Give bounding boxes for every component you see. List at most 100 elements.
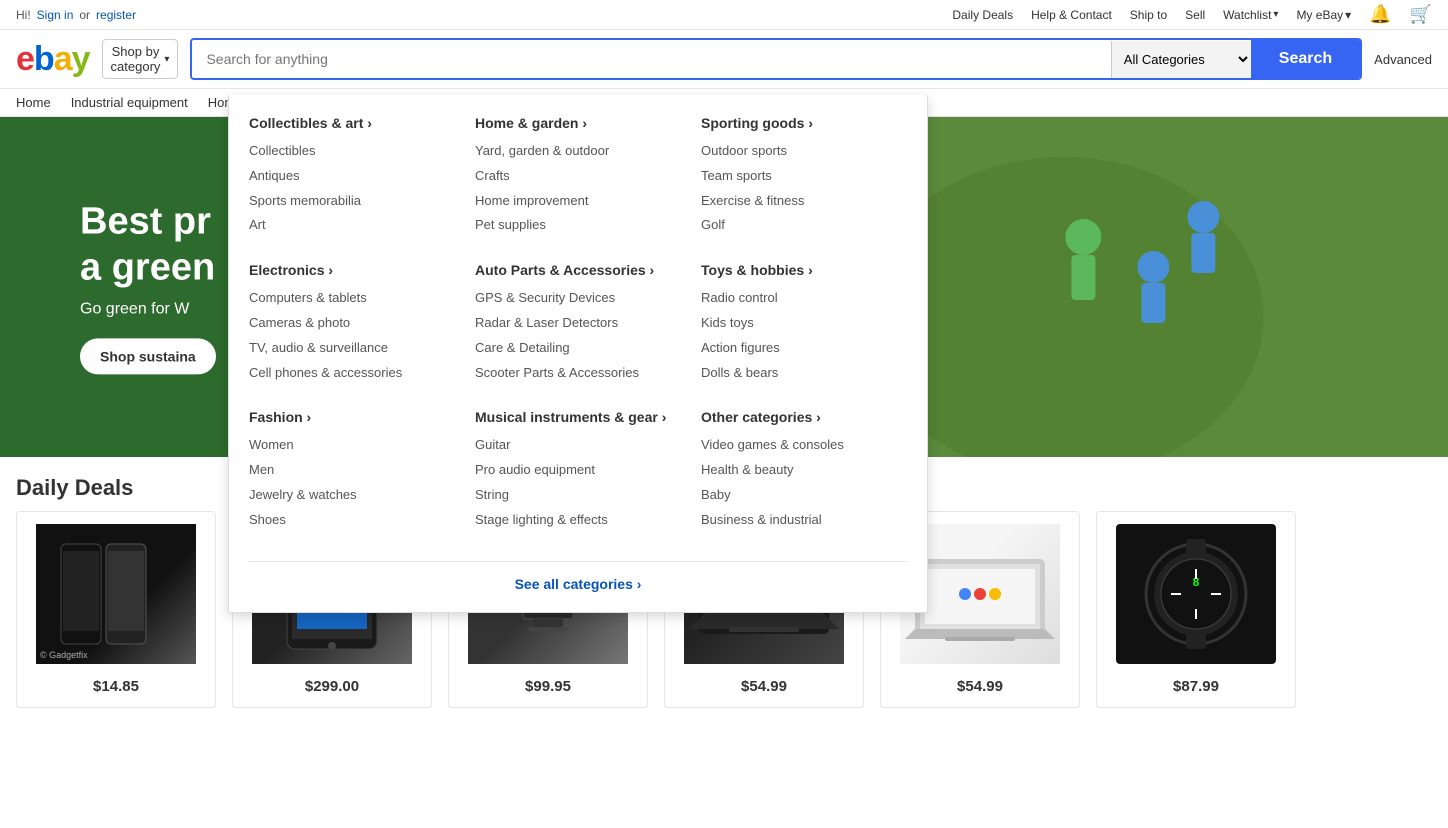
section-fashion-title: Fashion › — [249, 409, 455, 425]
or-text: or — [79, 8, 90, 22]
item-gps-security[interactable]: GPS & Security Devices — [475, 286, 681, 311]
item-guitar[interactable]: Guitar — [475, 433, 681, 458]
section-musical: Musical instruments & gear › Guitar Pro … — [475, 409, 681, 532]
deal-card-0[interactable]: © Gadgetfix $14.85 — [16, 511, 216, 708]
item-string[interactable]: String — [475, 483, 681, 508]
dropdown-col-0: Collectibles & art › Collectibles Antiqu… — [249, 115, 455, 557]
category-dropdown: Collectibles & art › Collectibles Antiqu… — [228, 95, 928, 613]
sell-link[interactable]: Sell — [1185, 8, 1205, 22]
shop-by-button[interactable]: Shop by category ▾ — [102, 39, 179, 79]
item-antiques[interactable]: Antiques — [249, 164, 455, 189]
item-radio-control[interactable]: Radio control — [701, 286, 907, 311]
item-golf[interactable]: Golf — [701, 213, 907, 238]
nav-industrial[interactable]: Industrial equipment — [71, 95, 188, 110]
deal-price-5: $87.99 — [1173, 678, 1219, 695]
item-baby[interactable]: Baby — [701, 483, 907, 508]
section-toys-hobbies-link[interactable]: Toys & hobbies › — [701, 262, 813, 278]
item-radar-detectors[interactable]: Radar & Laser Detectors — [475, 311, 681, 336]
search-input[interactable] — [192, 41, 1110, 77]
section-collectibles-title: Collectibles & art › — [249, 115, 455, 131]
section-other-categories-link[interactable]: Other categories › — [701, 409, 821, 425]
hero-shop-button[interactable]: Shop sustaina — [80, 339, 216, 375]
section-sporting-goods-title: Sporting goods › — [701, 115, 907, 131]
ship-to-link[interactable]: Ship to — [1130, 8, 1167, 22]
item-cameras-photo[interactable]: Cameras & photo — [249, 311, 455, 336]
myebay-btn[interactable]: My eBay ▾ — [1296, 8, 1351, 22]
category-select[interactable]: All Categories — [1111, 41, 1251, 78]
advanced-link[interactable]: Advanced — [1374, 52, 1432, 67]
help-contact-link[interactable]: Help & Contact — [1031, 8, 1112, 22]
item-sports-memorabilia[interactable]: Sports memorabilia — [249, 189, 455, 214]
hero-subtitle: Go green for W — [80, 301, 216, 319]
deal-image-5: 8 — [1116, 524, 1276, 664]
deal-price-0: $14.85 — [93, 678, 139, 695]
item-team-sports[interactable]: Team sports — [701, 164, 907, 189]
logo-text: ebay — [16, 40, 90, 79]
ebay-logo[interactable]: ebay — [16, 40, 90, 79]
item-shoes[interactable]: Shoes — [249, 508, 455, 533]
item-scooter-parts[interactable]: Scooter Parts & Accessories — [475, 361, 681, 386]
item-yard-garden[interactable]: Yard, garden & outdoor — [475, 139, 681, 164]
logo-a: a — [54, 40, 72, 78]
signin-link[interactable]: Sign in — [37, 8, 74, 22]
watchlist-btn[interactable]: Watchlist ▾ — [1223, 8, 1278, 22]
cart-icon[interactable]: 🛒 — [1410, 4, 1432, 25]
search-button[interactable]: Search — [1251, 40, 1360, 78]
deal-card-5[interactable]: 8 $87.99 — [1096, 511, 1296, 708]
section-electronics-title: Electronics › — [249, 262, 455, 278]
item-jewelry-watches[interactable]: Jewelry & watches — [249, 483, 455, 508]
shop-by-chevron-icon: ▾ — [164, 54, 169, 65]
item-art[interactable]: Art — [249, 213, 455, 238]
item-video-games[interactable]: Video games & consoles — [701, 433, 907, 458]
section-sporting-goods-link[interactable]: Sporting goods › — [701, 115, 813, 131]
item-collectibles[interactable]: Collectibles — [249, 139, 455, 164]
top-bar: Hi! Sign in or register Daily Deals Help… — [0, 0, 1448, 30]
item-exercise-fitness[interactable]: Exercise & fitness — [701, 189, 907, 214]
section-musical-link[interactable]: Musical instruments & gear › — [475, 409, 666, 425]
section-home-garden: Home & garden › Yard, garden & outdoor C… — [475, 115, 681, 238]
item-women[interactable]: Women — [249, 433, 455, 458]
logo-e: e — [16, 40, 34, 78]
item-care-detailing[interactable]: Care & Detailing — [475, 336, 681, 361]
section-other-categories: Other categories › Video games & console… — [701, 409, 907, 532]
nav-home[interactable]: Home — [16, 95, 51, 110]
section-fashion-link[interactable]: Fashion › — [249, 409, 311, 425]
section-electronics-link[interactable]: Electronics › — [249, 262, 333, 278]
myebay-label: My eBay — [1296, 8, 1343, 22]
item-men[interactable]: Men — [249, 458, 455, 483]
shop-by-label: Shop by category — [111, 44, 161, 74]
logo-b: b — [34, 40, 54, 78]
register-link[interactable]: register — [96, 8, 136, 22]
item-computers-tablets[interactable]: Computers & tablets — [249, 286, 455, 311]
section-home-garden-link[interactable]: Home & garden › — [475, 115, 587, 131]
item-business-industrial[interactable]: Business & industrial — [701, 508, 907, 533]
item-crafts[interactable]: Crafts — [475, 164, 681, 189]
item-dolls-bears[interactable]: Dolls & bears — [701, 361, 907, 386]
deal-image-0: © Gadgetfix — [36, 524, 196, 664]
section-auto-parts-title: Auto Parts & Accessories › — [475, 262, 681, 278]
item-kids-toys[interactable]: Kids toys — [701, 311, 907, 336]
section-auto-parts-link[interactable]: Auto Parts & Accessories › — [475, 262, 654, 278]
item-pet-supplies[interactable]: Pet supplies — [475, 213, 681, 238]
section-collectibles-link[interactable]: Collectibles & art › — [249, 115, 372, 131]
section-collectibles: Collectibles & art › Collectibles Antiqu… — [249, 115, 455, 238]
item-pro-audio[interactable]: Pro audio equipment — [475, 458, 681, 483]
section-home-garden-title: Home & garden › — [475, 115, 681, 131]
deal-price-1: $299.00 — [305, 678, 359, 695]
dropdown-col-1: Home & garden › Yard, garden & outdoor C… — [475, 115, 681, 557]
item-home-improvement[interactable]: Home improvement — [475, 189, 681, 214]
item-tv-audio[interactable]: TV, audio & surveillance — [249, 336, 455, 361]
item-action-figures[interactable]: Action figures — [701, 336, 907, 361]
notification-icon[interactable]: 🔔 — [1369, 4, 1391, 25]
item-health-beauty[interactable]: Health & beauty — [701, 458, 907, 483]
deal-price-4: $54.99 — [957, 678, 1003, 695]
hero-content: Best pr a green Go green for W Shop sust… — [80, 199, 216, 374]
section-other-categories-title: Other categories › — [701, 409, 907, 425]
deal-price-3: $54.99 — [741, 678, 787, 695]
item-cell-phones[interactable]: Cell phones & accessories — [249, 361, 455, 386]
deal-price-2: $99.95 — [525, 678, 571, 695]
item-outdoor-sports[interactable]: Outdoor sports — [701, 139, 907, 164]
see-all-link[interactable]: See all categories › — [515, 576, 642, 592]
item-stage-lighting[interactable]: Stage lighting & effects — [475, 508, 681, 533]
daily-deals-link[interactable]: Daily Deals — [952, 8, 1013, 22]
